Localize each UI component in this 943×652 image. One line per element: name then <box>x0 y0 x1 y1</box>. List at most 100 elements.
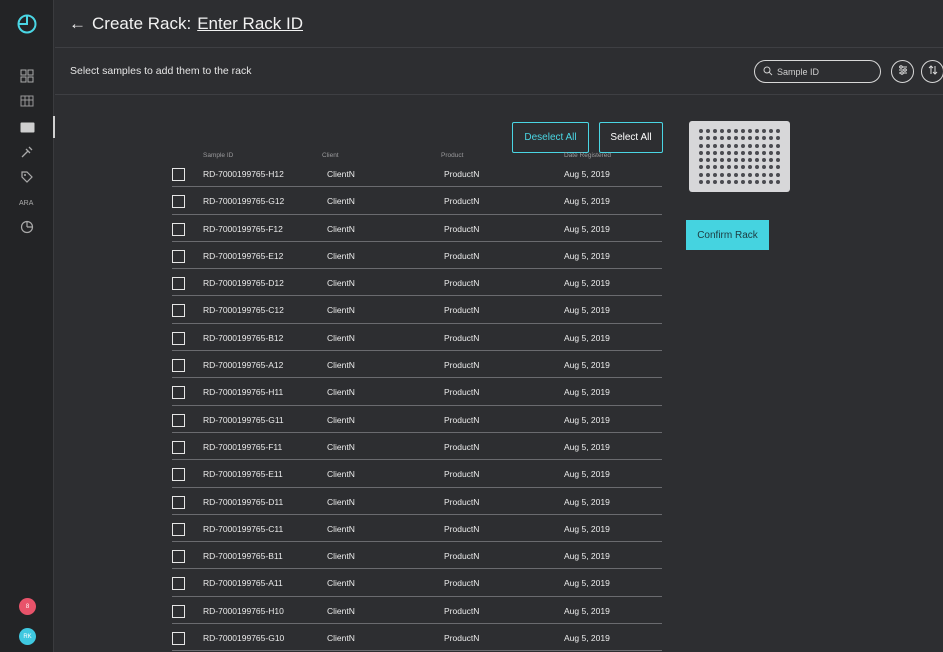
rack-well <box>720 158 724 163</box>
rack-well <box>762 172 766 177</box>
rack-well <box>727 165 731 170</box>
confirm-rack-button[interactable]: Confirm Rack <box>686 220 769 250</box>
plate-grid-icon[interactable] <box>19 93 35 109</box>
row-checkbox[interactable] <box>172 304 185 318</box>
row-checkbox[interactable] <box>172 413 185 427</box>
row-checkbox[interactable] <box>172 604 185 618</box>
cell-date: Aug 5, 2019 <box>564 332 610 343</box>
rack-well <box>748 136 752 141</box>
column-header-sample-id[interactable]: Sample ID <box>203 152 233 159</box>
logo-icon[interactable] <box>16 12 38 34</box>
row-checkbox[interactable] <box>172 495 185 509</box>
cell-sample-id: RD-7000199765-H11 <box>203 387 284 398</box>
table-row[interactable]: RD-7000199765-G12 ClientN ProductN Aug 5, 2… <box>172 187 662 215</box>
table-row[interactable]: RD-7000199765-B12 ClientN ProductN Aug 5, 2… <box>172 324 662 352</box>
row-checkbox[interactable] <box>172 222 185 236</box>
table-row[interactable]: RD-7000199765-D11 ClientN ProductN Aug 5, 2… <box>172 488 662 515</box>
rack-well <box>727 129 731 134</box>
row-checkbox[interactable] <box>172 277 185 291</box>
table-row[interactable]: RD-7000199765-H11 ClientN ProductN Aug 5, 2… <box>172 378 662 406</box>
rack-well <box>706 143 710 148</box>
rack-well <box>769 172 773 177</box>
rack-well <box>748 179 752 184</box>
row-checkbox[interactable] <box>172 468 185 482</box>
rack-well <box>720 143 724 148</box>
row-checkbox[interactable] <box>172 331 185 345</box>
cell-product: ProductN <box>444 250 480 261</box>
select-all-button[interactable]: Select All <box>599 122 663 153</box>
page-header: ← Create Rack: Enter Rack ID <box>55 0 943 48</box>
row-checkbox[interactable] <box>172 522 185 536</box>
row-checkbox[interactable] <box>172 168 185 181</box>
rack-well <box>713 179 717 184</box>
row-checkbox[interactable] <box>172 249 185 263</box>
search-box[interactable] <box>754 60 881 83</box>
notification-badge[interactable]: 8 <box>19 598 36 615</box>
table-row[interactable]: RD-7000199765-A12 ClientN ProductN Aug 5, 2… <box>172 351 662 379</box>
cell-sample-id: RD-7000199765-G10 <box>203 633 285 644</box>
rack-well <box>755 179 759 184</box>
column-header-client[interactable]: Client <box>322 152 339 159</box>
rack-id-link[interactable]: Enter Rack ID <box>197 14 303 34</box>
sort-button[interactable] <box>921 60 943 83</box>
table-row[interactable]: RD-7000199765-H12 ClientN ProductN Aug 5, 2… <box>172 160 662 188</box>
table-row[interactable]: RD-7000199765-G11 ClientN ProductN Aug 5, 2… <box>172 406 662 433</box>
column-header-product[interactable]: Product <box>441 152 463 159</box>
table-row[interactable]: RD-7000199765-B11 ClientN ProductN Aug 5, 2… <box>172 542 662 570</box>
tag-icon[interactable] <box>19 169 35 185</box>
user-avatar[interactable]: RK <box>19 628 36 645</box>
cell-sample-id: RD-7000199765-C11 <box>203 523 284 534</box>
racks-icon[interactable] <box>19 119 35 135</box>
column-header-date[interactable]: Date Registered <box>564 152 611 159</box>
rack-well <box>741 158 745 163</box>
table-row[interactable]: RD-7000199765-F11 ClientN ProductN Aug 5, 2… <box>172 433 662 461</box>
cell-sample-id: RD-7000199765-E11 <box>203 469 283 480</box>
pipette-icon[interactable] <box>19 144 35 160</box>
rack-well <box>699 136 703 141</box>
row-checkbox[interactable] <box>172 577 185 591</box>
table-row[interactable]: RD-7000199765-E11 ClientN ProductN Aug 5, 2… <box>172 460 662 488</box>
cell-product: ProductN <box>444 332 480 343</box>
cell-sample-id: RD-7000199765-A12 <box>203 360 284 371</box>
rack-well <box>734 143 738 148</box>
rack-well <box>699 143 703 148</box>
rack-well <box>741 165 745 170</box>
row-checkbox[interactable] <box>172 359 185 373</box>
rack-well <box>741 136 745 141</box>
row-checkbox[interactable] <box>172 632 185 646</box>
rack-well <box>748 172 752 177</box>
svg-text:ARA: ARA <box>19 200 34 207</box>
table-row[interactable]: RD-7000199765-F12 ClientN ProductN Aug 5, 2… <box>172 215 662 242</box>
table-row[interactable]: RD-7000199765-C12 ClientN ProductN Aug 5, 2… <box>172 296 662 324</box>
table-row[interactable]: RD-7000199765-C11 ClientN ProductN Aug 5, 2… <box>172 515 662 543</box>
back-arrow-icon[interactable]: ← <box>69 14 86 34</box>
rack-well <box>741 150 745 155</box>
cell-client: ClientN <box>327 523 355 534</box>
row-checkbox[interactable] <box>172 386 185 400</box>
row-checkbox[interactable] <box>172 440 185 454</box>
cell-sample-id: RD-7000199765-D11 <box>203 496 284 507</box>
row-checkbox[interactable] <box>172 550 185 564</box>
table-row[interactable]: RD-7000199765-G10 ClientN ProductN Aug 5, 2… <box>172 624 662 652</box>
deselect-all-button[interactable]: Deselect All <box>512 122 589 153</box>
rack-well <box>720 179 724 184</box>
table-row[interactable]: RD-7000199765-E12 ClientN ProductN Aug 5, 2… <box>172 242 662 270</box>
dashboard-icon[interactable] <box>19 68 35 84</box>
table-row[interactable]: RD-7000199765-H10 ClientN ProductN Aug 5, 2… <box>172 597 662 625</box>
rack-well <box>706 129 710 134</box>
filter-button[interactable] <box>891 60 914 83</box>
cell-client: ClientN <box>327 469 355 480</box>
table-row[interactable]: RD-7000199765-D12 ClientN ProductN Aug 5, 2… <box>172 269 662 297</box>
rack-well <box>741 172 745 177</box>
rack-well <box>727 150 731 155</box>
rack-well <box>706 158 710 163</box>
search-input[interactable] <box>777 66 877 77</box>
reports-icon[interactable] <box>19 219 35 235</box>
users-icon[interactable]: ARA <box>19 194 35 210</box>
cell-product: ProductN <box>444 169 480 179</box>
table-row[interactable]: RD-7000199765-A11 ClientN ProductN Aug 5, 2… <box>172 569 662 597</box>
rack-well <box>734 165 738 170</box>
row-checkbox[interactable] <box>172 195 185 209</box>
active-nav-indicator <box>53 116 55 138</box>
rack-well <box>748 150 752 155</box>
